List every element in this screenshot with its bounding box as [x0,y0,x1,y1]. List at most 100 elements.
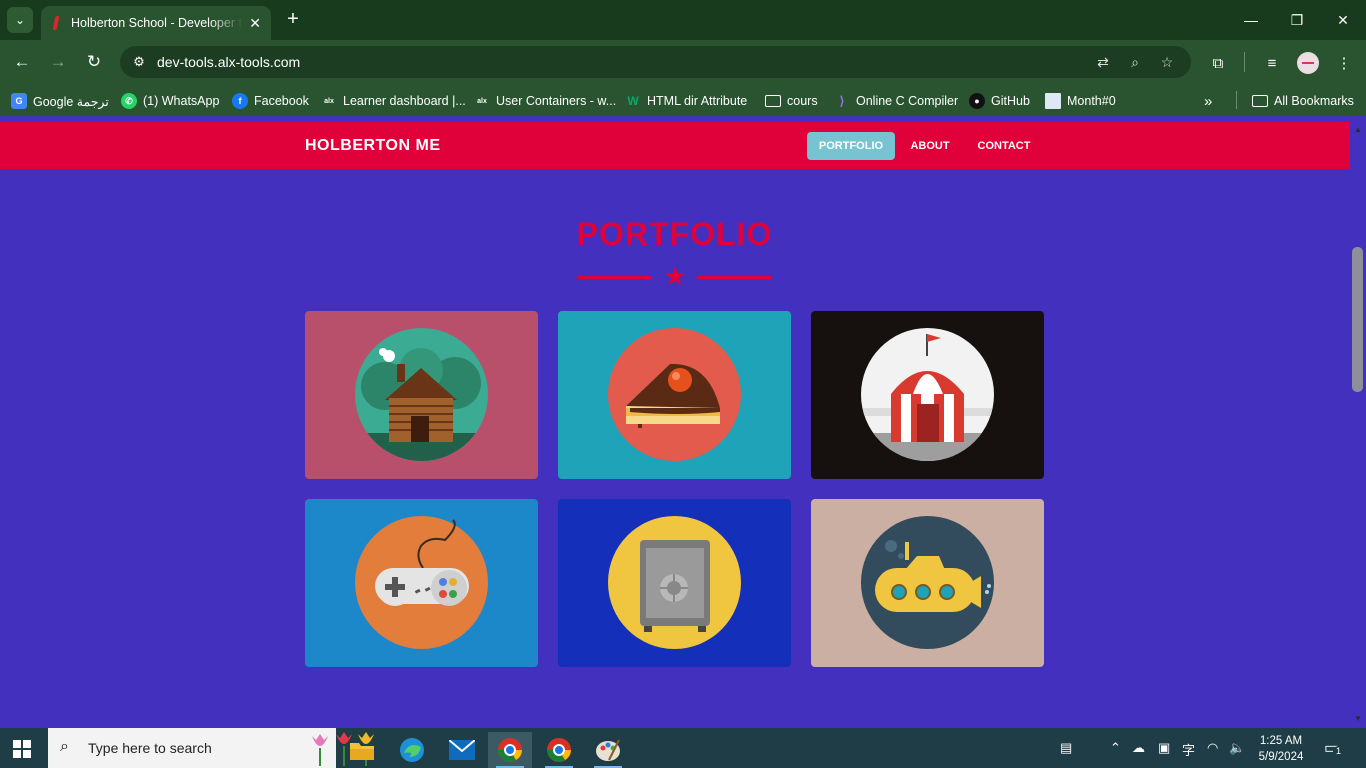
volume-icon[interactable]: 🔈 [1229,740,1245,756]
holberton-favicon-icon [51,16,61,30]
document-icon [1045,93,1061,109]
file-explorer-taskbar-icon[interactable] [340,732,384,768]
game-controller-icon [355,516,488,649]
site-info-icon[interactable]: ⚙ [130,53,148,71]
reload-button[interactable]: ↻ [82,50,106,74]
site-navbar: HOLBERTON ME PORTFOLIO ABOUT CONTACT [0,122,1350,169]
windows-start-icon[interactable] [13,740,31,758]
minimize-button[interactable]: — [1228,0,1274,40]
zoom-icon[interactable]: ⌕ [1126,53,1144,71]
url-text[interactable]: dev-tools.alx-tools.com [157,54,300,70]
page-viewport: HOLBERTON ME PORTFOLIO ABOUT CONTACT POR… [0,116,1366,728]
scroll-down-arrow-icon[interactable]: ▼ [1352,713,1364,725]
bookmark-item[interactable]: ✆ (1) WhatsApp [121,92,219,110]
menu-kebab-icon[interactable]: ⋮ [1333,52,1355,74]
bookmark-item[interactable]: Month#0 [1045,92,1116,110]
portfolio-item-safe[interactable] [558,499,791,667]
whatsapp-icon: ✆ [121,93,137,109]
nav-link-about[interactable]: ABOUT [903,132,957,160]
clock-time: 1:25 AM [1259,735,1303,747]
portfolio-item-controller[interactable] [305,499,538,667]
chrome-taskbar-icon[interactable] [537,732,581,768]
portfolio-item-submarine[interactable] [811,499,1044,667]
tab-title: Holberton School - Developer tools [71,16,243,30]
w3schools-icon: W [627,94,639,108]
github-icon: ● [969,93,985,109]
divider-line-right [697,276,771,279]
paint-taskbar-icon[interactable] [586,732,630,768]
all-bookmarks-folder[interactable]: All Bookmarks [1252,92,1354,110]
mail-taskbar-icon[interactable] [440,732,484,768]
chrome-active-taskbar-icon[interactable] [488,732,532,768]
folder-icon [1252,95,1268,107]
tab-bar: ⌄ Holberton School - Developer tools ✕ +… [0,0,1366,40]
bookmark-item[interactable]: alx Learner dashboard |... [321,92,466,110]
alx-icon: alx [324,97,334,105]
close-tab-icon[interactable]: ✕ [249,15,261,32]
media-control-icon[interactable]: ≡ [1261,52,1283,74]
safe-icon [608,516,741,649]
chevron-down-icon: ⌄ [14,13,26,27]
portfolio-item-cake[interactable] [558,311,791,479]
folder-icon [765,95,781,107]
taskbar-clock[interactable]: 1:25 AM 5/9/2024 [1254,733,1308,765]
input-method-icon[interactable]: 字 [1182,740,1195,759]
bookmark-folder[interactable]: cours [765,92,818,110]
windows-taskbar: ⌕ Type here to search ▤ ⌃ ☁ ▣ 字 ◠ 🔈 1:25… [0,728,1366,768]
more-bookmarks-button[interactable]: » [1204,92,1212,110]
bookmark-item[interactable]: ⟩ Online C Compiler [834,92,958,110]
notification-center-icon[interactable]: ▭ 1 [1324,738,1344,758]
forward-button[interactable]: → [46,50,70,74]
submarine-icon [861,516,994,649]
onedrive-cloud-icon[interactable]: ☁ [1132,740,1145,756]
site-brand[interactable]: HOLBERTON ME [305,137,440,155]
scrollbar-thumb[interactable] [1352,247,1363,392]
back-button[interactable]: ← [10,50,34,74]
nav-link-contact[interactable]: CONTACT [969,132,1039,160]
search-icon: ⌕ [60,738,69,755]
arrow-left-icon: ← [13,52,31,71]
star-icon: ★ [663,261,687,291]
edge-taskbar-icon[interactable] [390,732,434,768]
close-window-button[interactable]: ✕ [1320,0,1366,40]
divider-line-left [578,276,652,279]
bookmark-item[interactable]: W HTML dir Attribute [625,92,747,110]
chevron-up-icon[interactable]: ⌃ [1110,740,1121,756]
bookmark-item[interactable]: alx User Containers - w... [474,92,616,110]
reload-icon: ↻ [86,52,102,71]
scroll-up-arrow-icon[interactable]: ▲ [1352,124,1364,136]
google-translate-icon: G [11,93,27,109]
taskbar-search-box[interactable]: ⌕ Type here to search [48,728,374,768]
active-tab[interactable]: Holberton School - Developer tools ✕ [41,6,271,40]
bookmarks-separator [1236,91,1237,109]
address-bar[interactable]: ⚙ dev-tools.alx-tools.com ⇄ ⌕ ☆ [120,46,1191,78]
news-widget-icon[interactable]: ▤ [1060,740,1072,756]
alx-icon: alx [477,97,487,105]
restore-button[interactable]: ❐ [1274,0,1320,40]
bookmark-item[interactable]: G Google ترجمة [11,92,109,110]
tab-search-button[interactable]: ⌄ [7,7,33,33]
portfolio-item-circus[interactable] [811,311,1044,479]
onlinegdb-icon: ⟩ [839,94,845,108]
translate-icon[interactable]: ⇄ [1094,53,1112,71]
bookmark-star-icon[interactable]: ☆ [1158,53,1176,71]
bookmark-item[interactable]: ● GitHub [969,92,1030,110]
clock-date: 5/9/2024 [1258,751,1304,763]
notification-count: 1 [1333,746,1344,757]
new-tab-button[interactable]: + [282,8,304,30]
profile-avatar[interactable] [1297,52,1319,74]
facebook-icon: f [232,93,248,109]
bookmark-item[interactable]: f Facebook [232,92,309,110]
nav-link-portfolio[interactable]: PORTFOLIO [807,132,895,160]
section-title: PORTFOLIO [576,216,773,252]
chevron-double-right-icon: » [1204,92,1213,110]
portfolio-item-cabin[interactable] [305,311,538,479]
search-placeholder: Type here to search [88,740,212,756]
meet-now-icon[interactable]: ▣ [1158,740,1170,756]
cake-slice-icon [608,328,741,461]
page-scrollbar[interactable] [1350,116,1366,728]
circus-tent-icon [861,328,994,461]
wifi-icon[interactable]: ◠ [1207,740,1218,756]
log-cabin-icon [355,328,488,461]
extensions-icon[interactable]: ⧉ [1207,52,1229,74]
